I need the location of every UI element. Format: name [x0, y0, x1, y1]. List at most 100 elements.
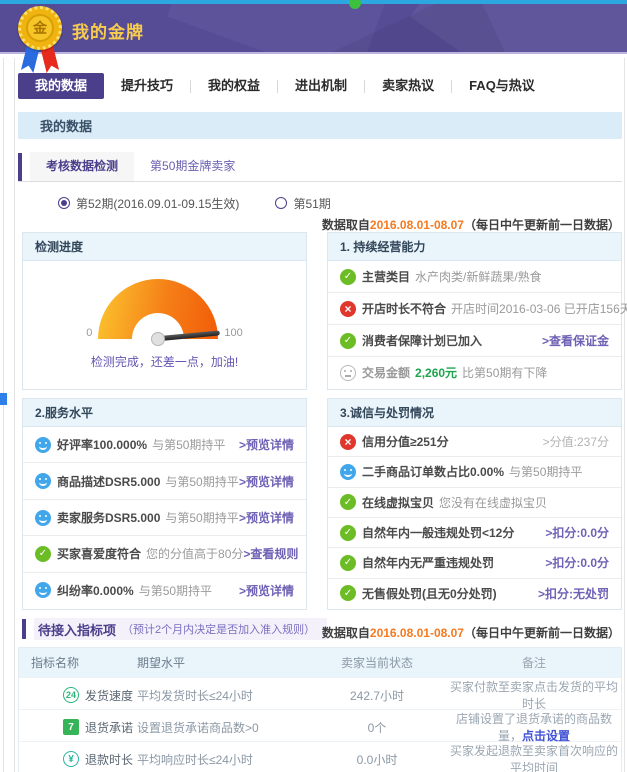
row-value: 与第50期持平	[509, 463, 582, 480]
col-header-note: 备注	[447, 654, 621, 671]
check-icon: ✓	[340, 585, 356, 601]
panel3-row-general-violation: ✓ 自然年内一般违规处罚<12分 >扣分:0.0分	[328, 518, 621, 548]
tab-faq[interactable]: FAQ与热议	[452, 73, 552, 99]
preview-detail-link[interactable]: >预览详情	[239, 582, 294, 599]
gauge-hub	[151, 332, 165, 346]
table-header-row: 指标名称 期望水平 卖家当前状态 备注	[19, 648, 621, 677]
check-icon: ✓	[340, 555, 356, 571]
note-text: 买家发起退款至卖家首次响应的平均时间	[450, 744, 618, 772]
score-value-link: >分值:237分	[543, 433, 609, 450]
pending-indicators-header: 待接入指标项 （预计2个月内决定是否加入准入规则）	[22, 618, 327, 640]
panel-progress: 检测进度 0 100 检测完成，还差一点，加油!	[22, 232, 307, 390]
radio-period-51[interactable]: 第51期	[275, 195, 330, 212]
panel1-row-consumer-protection: ✓ 消费者保障计划已加入 >查看保证金	[328, 325, 621, 357]
col-header-current: 卖家当前状态	[307, 654, 447, 671]
indicator-name: 退款时长	[85, 751, 133, 768]
gauge-caption: 检测完成，还差一点，加油!	[91, 353, 238, 370]
section-title-bar: 我的数据	[18, 112, 622, 139]
gauge-needle	[158, 330, 220, 341]
panel2-row-service-dsr: 卖家服务DSR5.000 与第50期持平 >预览详情	[23, 500, 306, 536]
current-status: 0个	[307, 719, 447, 736]
gauge-min-label: 0	[86, 327, 92, 339]
deduction-link[interactable]: >扣分:0.0分	[545, 554, 609, 571]
radio-selected-icon[interactable]	[58, 197, 70, 209]
smile-icon	[35, 510, 51, 526]
row-value: 比第50期有下降	[462, 364, 547, 381]
preview-detail-link[interactable]: >预览详情	[239, 436, 294, 453]
check-icon: ✓	[35, 546, 51, 562]
preview-detail-link[interactable]: >预览详情	[239, 473, 294, 490]
deduction-link[interactable]: >扣分:0.0分	[545, 524, 609, 541]
speed-24h-icon: 24	[63, 687, 79, 703]
cross-icon: ×	[340, 434, 356, 450]
panel2-row-dispute-rate: 纠纷率0.000% 与第50期持平 >预览详情	[23, 573, 306, 608]
data-source-suffix: （每日中午更新前一日数据）	[464, 218, 620, 232]
panel1-row-main-category: ✓ 主营类目 水产肉类/新鲜蔬果/熟食	[328, 261, 621, 293]
expected-level: 平均发货时长≤24小时	[137, 687, 307, 704]
data-source-note: 数据取自2016.08.01-08.07（每日中午更新前一日数据）	[322, 216, 620, 233]
row-label: 交易金额	[362, 364, 410, 381]
subtab-period50-sellers[interactable]: 第50期金牌卖家	[134, 152, 251, 181]
row-label: 买家喜爱度符合	[57, 545, 141, 562]
tab-my-benefits[interactable]: 我的权益	[191, 73, 277, 99]
row-label: 自然年内一般违规处罚<12分	[362, 524, 514, 541]
tab-improve-skills[interactable]: 提升技巧	[104, 73, 190, 99]
row-label: 无售假处罚(且无0分处罚)	[362, 585, 497, 602]
panel2-row-buyer-favor: ✓ 买家喜爱度符合 您的分值高于80分 >查看规则	[23, 536, 306, 572]
page-header: 我的金牌	[0, 4, 627, 54]
row-label: 开店时长不符合	[362, 300, 446, 317]
radio-period-52[interactable]: 第52期(2016.09.01-09.15生效)	[58, 195, 239, 212]
return-promise-icon: 7	[63, 719, 79, 735]
smile-icon	[35, 473, 51, 489]
row-label: 好评率100.000%	[57, 436, 147, 453]
view-rules-link[interactable]: >查看规则	[243, 545, 298, 562]
tab-seller-discussion[interactable]: 卖家热议	[365, 73, 451, 99]
data-source-date: 2016.08.01-08.07	[370, 626, 464, 640]
tab-entry-exit-rules[interactable]: 进出机制	[278, 73, 364, 99]
gauge-max-label: 100	[224, 327, 242, 339]
col-header-expected: 期望水平	[137, 654, 307, 671]
row-label: 信用分值≥251分	[362, 433, 449, 450]
panel3-row-secondhand-ratio: 二手商品订单数占比0.00% 与第50期持平	[328, 457, 621, 487]
content-edge-line-right	[624, 58, 625, 772]
smile-icon	[35, 437, 51, 453]
row-value: 与第50期持平	[165, 509, 238, 526]
deduction-link[interactable]: >扣分:无处罚	[538, 585, 609, 602]
medal-circle-icon: 金	[18, 6, 62, 50]
radio-unselected-icon[interactable]	[275, 197, 287, 209]
panel3-row-serious-violation: ✓ 自然年内无严重违规处罚 >扣分:0.0分	[328, 548, 621, 578]
progress-gauge: 0 100 检测完成，还差一点，加油!	[23, 261, 306, 388]
table-row-return-promise: 7 退货承诺 设置退货承诺商品数>0 0个 店铺设置了退货承诺的商品数量，点击设…	[19, 709, 621, 741]
subtab-accent-bar	[18, 153, 22, 181]
data-source-date: 2016.08.01-08.07	[370, 218, 464, 232]
row-value: 开店时间2016-03-06 已开店156天	[451, 300, 627, 317]
col-header-indicator: 指标名称	[19, 654, 137, 671]
panel1-title: 1. 持续经营能力	[328, 233, 621, 261]
transaction-amount-value: 2,260元	[415, 364, 457, 381]
table-row-refund-time: ¥ 退款时长 平均响应时长≤24小时 0.0小时 买家发起退款至卖家首次响应的平…	[19, 741, 621, 772]
panel1-row-transaction-amount: 交易金额 2,260元 比第50期有下降	[328, 357, 621, 388]
content-edge-line-left	[14, 58, 15, 772]
row-value: 您的分值高于80分	[146, 545, 243, 562]
page-edge-line-left	[3, 58, 4, 772]
gauge-arc	[98, 279, 218, 339]
pending-subtitle: （预计2个月内决定是否加入准入规则）	[122, 621, 315, 637]
indicator-name: 退货承诺	[85, 719, 133, 736]
preview-detail-link[interactable]: >预览详情	[239, 509, 294, 526]
click-to-set-link[interactable]: 点击设置	[522, 729, 570, 743]
data-source-suffix: （每日中午更新前一日数据）	[464, 626, 620, 640]
subtab-assessment-data[interactable]: 考核数据检测	[30, 152, 134, 181]
header-decor-shape	[167, 4, 393, 54]
panel-continuous-operation: 1. 持续经营能力 ✓ 主营类目 水产肉类/新鲜蔬果/熟食 × 开店时长不符合 …	[327, 232, 622, 390]
gold-medal-icon: 金	[17, 6, 65, 80]
panel2-title: 2.服务水平	[23, 399, 306, 427]
pending-indicators-table: 指标名称 期望水平 卖家当前状态 备注 24 发货速度 平均发货时长≤24小时 …	[18, 647, 622, 772]
pending-accent-bar	[22, 619, 26, 639]
radio-period-52-label: 第52期(2016.09.01-09.15生效)	[76, 195, 239, 212]
radio-period-51-label: 第51期	[293, 195, 330, 212]
row-label: 卖家服务DSR5.000	[57, 509, 160, 526]
panel2-row-item-dsr: 商品描述DSR5.000 与第50期持平 >预览详情	[23, 463, 306, 499]
panel-integrity-penalty: 3.诚信与处罚情况 × 信用分值≥251分 >分值:237分 二手商品订单数占比…	[327, 398, 622, 610]
row-value: 与第50期持平	[139, 582, 212, 599]
view-deposit-link[interactable]: >查看保证金	[542, 332, 609, 349]
